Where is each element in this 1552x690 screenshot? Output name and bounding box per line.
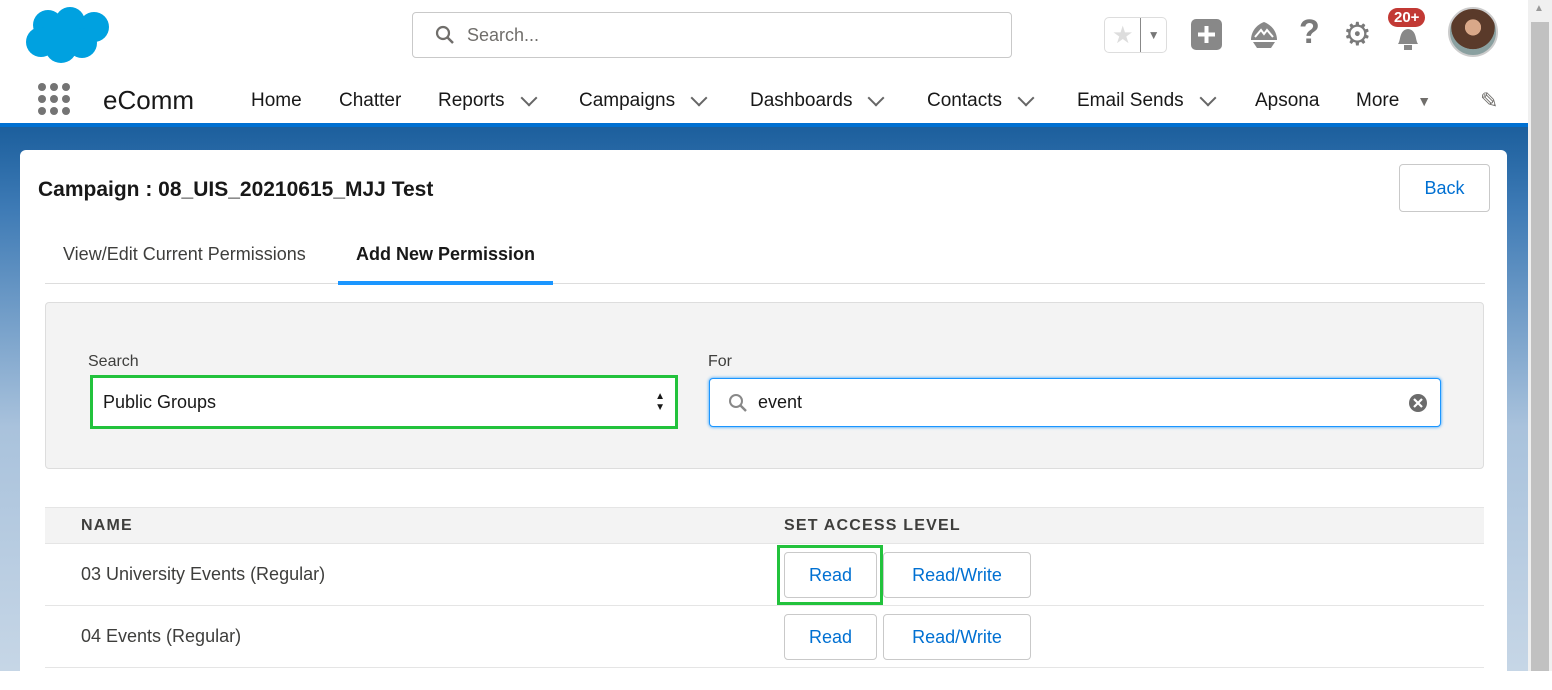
global-search-input[interactable]: Search...: [412, 12, 1012, 58]
caret-down-icon[interactable]: ▼: [1417, 93, 1431, 109]
table-row: 04 Events (Regular) Read Read/Write: [45, 606, 1484, 668]
setup-gear-icon[interactable]: ⚙: [1343, 15, 1372, 53]
for-input-value: event: [758, 392, 803, 412]
star-icon[interactable]: ★: [1105, 18, 1140, 52]
nav-label: Contacts: [927, 90, 1002, 111]
help-icon[interactable]: ?: [1299, 13, 1320, 52]
nav-item-reports[interactable]: Reports: [438, 89, 538, 112]
clear-icon[interactable]: [1408, 393, 1428, 413]
nav-label: Chatter: [339, 90, 402, 111]
group-name: 04 Events (Regular): [81, 626, 242, 646]
tab-add-new-permission[interactable]: Add New Permission: [338, 244, 554, 285]
nav-label: Dashboards: [750, 90, 853, 111]
for-search-input[interactable]: event: [709, 378, 1441, 427]
add-icon[interactable]: [1191, 19, 1222, 50]
favorites-button[interactable]: ★ ▼: [1104, 17, 1167, 53]
vertical-scrollbar[interactable]: ▲: [1528, 0, 1552, 671]
select-value: Public Groups: [103, 391, 217, 412]
up-down-arrows-icon: ▲ ▼: [655, 391, 665, 413]
for-label: For: [708, 353, 732, 370]
salesforce-logo[interactable]: [24, 5, 112, 65]
app-navigation-bar: eComm Home Chatter Reports Campaigns Das…: [0, 70, 1528, 127]
nav-item-more[interactable]: More ▼: [1356, 90, 1431, 112]
chevron-down-icon[interactable]: ▼: [1140, 18, 1166, 52]
nav-item-campaigns[interactable]: Campaigns: [579, 89, 708, 112]
page-title: Campaign : 08_UIS_20210615_MJJ Test: [38, 178, 434, 201]
app-name: eComm: [103, 85, 195, 115]
nav-item-dashboards[interactable]: Dashboards: [750, 89, 885, 112]
nav-label: Email Sends: [1077, 90, 1184, 111]
chevron-down-icon[interactable]: [690, 89, 708, 107]
nav-label: Reports: [438, 90, 505, 111]
filter-panel: Search Public Groups ▲ ▼ For event: [45, 302, 1484, 469]
chevron-down-icon[interactable]: [1017, 89, 1035, 107]
search-icon: [435, 25, 454, 44]
user-avatar[interactable]: [1448, 7, 1498, 57]
read-write-button[interactable]: Read/Write: [883, 614, 1031, 660]
scrollbar-thumb[interactable]: [1531, 22, 1549, 671]
nav-item-apsona[interactable]: Apsona: [1255, 90, 1319, 112]
column-header-access-level: SET ACCESS LEVEL: [784, 517, 961, 534]
app-launcher-icon[interactable]: [38, 83, 70, 115]
table-header: NAME SET ACCESS LEVEL: [45, 507, 1484, 544]
trailhead-icon[interactable]: [1249, 20, 1279, 50]
nav-label: Home: [251, 90, 302, 111]
search-placeholder: Search...: [467, 24, 540, 45]
search-type-select[interactable]: Public Groups ▲ ▼: [90, 375, 678, 429]
edit-nav-pencil-icon[interactable]: ✎: [1480, 88, 1498, 114]
search-type-label: Search: [88, 353, 139, 370]
nav-label: More: [1356, 90, 1400, 111]
table-row: 03 University Events (Regular) Read Read…: [45, 544, 1484, 606]
nav-item-email-sends[interactable]: Email Sends: [1077, 89, 1217, 112]
read-button[interactable]: Read: [784, 552, 877, 598]
nav-item-chatter[interactable]: Chatter: [339, 90, 401, 112]
group-name: 03 University Events (Regular): [81, 564, 326, 584]
nav-label: Apsona: [1255, 90, 1320, 111]
nav-item-contacts[interactable]: Contacts: [927, 89, 1035, 112]
notification-badge: 20+: [1388, 8, 1426, 27]
column-header-name: NAME: [81, 517, 133, 534]
chevron-down-icon[interactable]: [1199, 89, 1217, 107]
search-icon: [729, 393, 747, 412]
chevron-down-icon[interactable]: [520, 89, 538, 107]
permissions-card: Campaign : 08_UIS_20210615_MJJ Test Back…: [20, 150, 1507, 690]
chevron-down-icon[interactable]: [867, 89, 885, 107]
nav-item-home[interactable]: Home: [251, 90, 302, 112]
scroll-up-arrow-icon[interactable]: ▲: [1534, 3, 1544, 14]
read-write-button[interactable]: Read/Write: [883, 552, 1031, 598]
back-button[interactable]: Back: [1399, 164, 1490, 212]
tab-bar: View/Edit Current Permissions Add New Pe…: [45, 232, 1485, 285]
global-header: Search... ★ ▼ ? ⚙ 20+: [0, 0, 1528, 70]
notification-bell-icon[interactable]: [1393, 24, 1423, 52]
read-button[interactable]: Read: [784, 614, 877, 660]
tab-view-edit-permissions[interactable]: View/Edit Current Permissions: [45, 244, 324, 284]
nav-label: Campaigns: [579, 90, 676, 111]
